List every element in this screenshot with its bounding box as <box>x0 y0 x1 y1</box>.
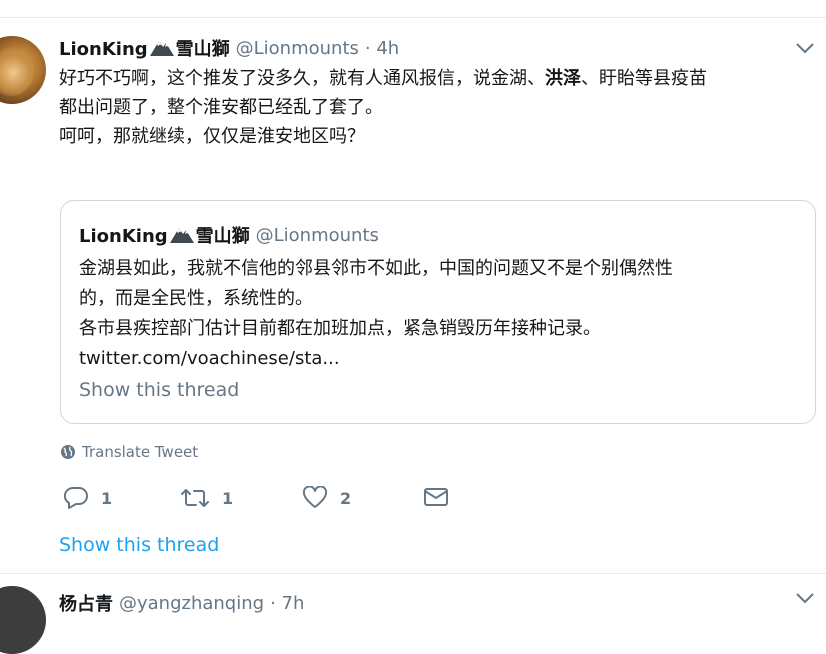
translate-tweet[interactable]: Translate Tweet <box>60 443 198 461</box>
reply-count: 1 <box>101 488 113 508</box>
retweet-button[interactable]: 1 <box>180 486 233 510</box>
tweet-header: LionKing 雪山獅 @Lionmounts · 4h <box>59 35 399 61</box>
reply-icon <box>63 486 88 509</box>
top-divider <box>0 17 826 18</box>
author-handle[interactable]: @Lionmounts <box>236 38 359 59</box>
globe-icon <box>61 445 75 459</box>
next-tweet-timestamp[interactable]: · 7h <box>270 593 304 614</box>
quoted-tweet-body: 金湖县如此，我就不信他的邻县邻市不如此，中国的问题又不是个别偶然性 的，而是全民… <box>79 258 673 339</box>
retweet-count: 1 <box>222 488 234 508</box>
chevron-down-icon[interactable] <box>795 40 815 56</box>
retweet-icon <box>181 489 209 507</box>
next-tweet-header: 杨占青 @yangzhanqing · 7h <box>59 590 304 616</box>
show-this-thread-link[interactable]: Show this thread <box>59 534 219 556</box>
author-avatar[interactable] <box>0 36 46 104</box>
like-button[interactable]: 2 <box>302 486 351 510</box>
direct-message-icon <box>424 488 448 506</box>
quoted-tweet-header: LionKing 雪山獅 @Lionmounts <box>79 223 379 248</box>
chevron-down-icon[interactable] <box>795 590 815 606</box>
bottom-divider <box>0 573 826 574</box>
tweet-body: 好巧不巧啊，这个推发了没多久，就有人通风报信，说金湖、洪泽、盱眙等县疫苗 都出问… <box>59 68 707 147</box>
mountain-icon <box>169 228 194 243</box>
quoted-tweet-link[interactable]: twitter.com/voachinese/sta... <box>79 344 340 374</box>
next-author-handle[interactable]: @yangzhanqing <box>119 593 264 614</box>
quoted-author-name: LionKing 雪山獅 <box>79 226 250 247</box>
like-count: 2 <box>340 488 352 508</box>
direct-message-button[interactable] <box>423 486 449 508</box>
translate-label: Translate Tweet <box>82 443 199 461</box>
mountain-icon <box>149 41 174 56</box>
next-author-avatar[interactable] <box>0 586 46 654</box>
next-author-name[interactable]: 杨占青 <box>59 590 113 616</box>
tweet-timestamp[interactable]: · 4h <box>365 38 399 59</box>
author-display-name[interactable]: LionKing 雪山獅 <box>59 35 230 61</box>
quoted-tweet-card[interactable]: LionKing 雪山獅 @Lionmounts 金湖县如此，我就不信他的邻县邻市… <box>60 200 816 424</box>
quoted-author-handle: @Lionmounts <box>255 224 379 246</box>
like-icon <box>302 486 328 508</box>
reply-button[interactable]: 1 <box>63 486 112 510</box>
quoted-show-thread[interactable]: Show this thread <box>79 379 239 401</box>
